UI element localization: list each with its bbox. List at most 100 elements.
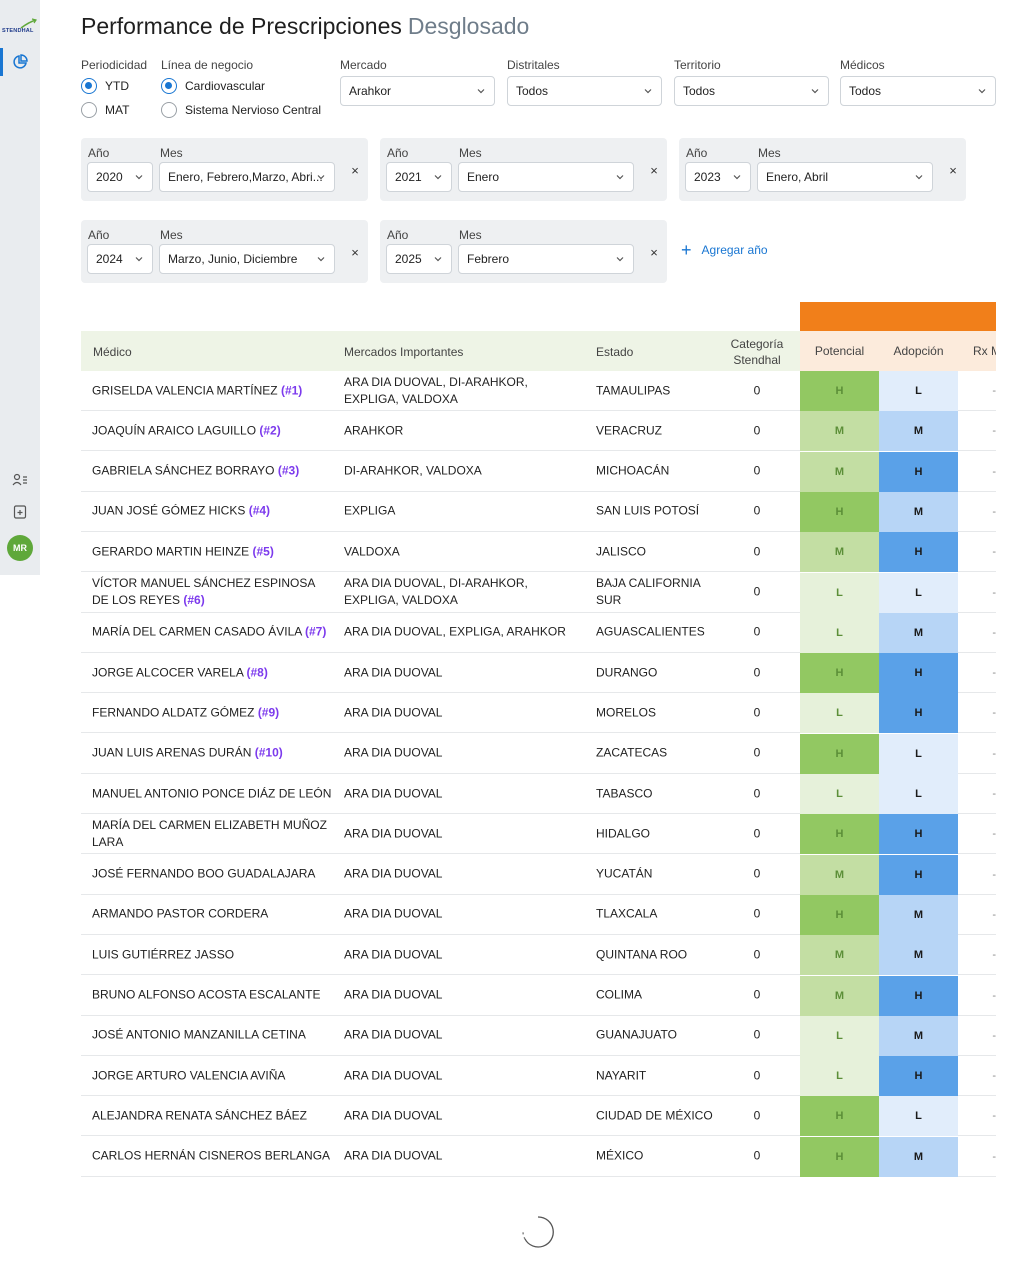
radio-snc-label: Sistema Nervioso Central — [185, 103, 322, 117]
year-label: Año — [686, 146, 708, 160]
cell-estado: TABASCO — [596, 786, 653, 800]
cell-medico[interactable]: GABRIELA SÁNCHEZ BORRAYO (#3) — [92, 463, 332, 480]
table-row[interactable]: JUAN LUIS ARENAS DURÁN (#10) ARA DIA DUOV… — [81, 733, 996, 774]
year-select[interactable]: 2024 — [87, 244, 153, 274]
remove-year-button[interactable]: × — [648, 245, 660, 260]
table-row[interactable]: VÍCTOR MANUEL SÁNCHEZ ESPINOSA DE LOS RE… — [81, 572, 996, 613]
radio-unchecked-icon[interactable] — [81, 102, 97, 118]
chevron-down-icon — [317, 175, 325, 180]
add-year-label: Agregar año — [701, 243, 768, 257]
table-row[interactable]: GABRIELA SÁNCHEZ BORRAYO (#3) DI-ARAHKOR,… — [81, 451, 996, 492]
table-row[interactable]: GRISELDA VALENCIA MARTÍNEZ (#1) ARA DIA D… — [81, 371, 996, 411]
medico-name: JORGE ARTURO VALENCIA AVIÑA — [92, 1068, 286, 1083]
cell-medico[interactable]: BRUNO ALFONSO ACOSTA ESCALANTE — [92, 987, 332, 1004]
cell-medico[interactable]: LUIS GUTIÉRREZ JASSO — [92, 946, 332, 963]
cell-medico[interactable]: JUAN JOSÉ GÓMEZ HICKS (#4) — [92, 503, 332, 520]
cell-potencial: M — [800, 411, 879, 452]
header-medico[interactable]: Médico — [93, 345, 132, 359]
table-row[interactable]: GERARDO MARTIN HEINZE (#5) VALDOXA JALISCO… — [81, 532, 996, 573]
table-row[interactable]: LUIS GUTIÉRREZ JASSO ARA DIA DUOVAL QUINTA… — [81, 935, 996, 976]
cell-medico[interactable]: CARLOS HERNÁN CISNEROS BERLANGA — [92, 1148, 332, 1165]
cell-mercados: ARA DIA DUOVAL — [344, 665, 443, 680]
month-select[interactable]: Enero, Febrero,Marzo, Abri... — [159, 162, 335, 192]
user-list-icon[interactable] — [10, 470, 30, 490]
month-select[interactable]: Enero, Abril — [757, 162, 933, 192]
table-row[interactable]: MARÍA DEL CARMEN ELIZABETH MUÑOZ LARA ARA… — [81, 814, 996, 855]
radio-unchecked-icon[interactable] — [161, 102, 177, 118]
cell-medico[interactable]: GERARDO MARTIN HEINZE (#5) — [92, 543, 332, 560]
cell-medico[interactable]: FERNANDO ALDATZ GÓMEZ (#9) — [92, 704, 332, 721]
cell-adopcion: L — [879, 774, 958, 814]
radio-cardiovascular[interactable]: Cardiovascular — [161, 78, 265, 94]
table-row[interactable]: JOAQUÍN ARAICO LAGUILLO (#2) ARAHKOR VERAC… — [81, 411, 996, 452]
header-categoria[interactable]: Categoría Stendhal — [721, 336, 793, 368]
cell-medico[interactable]: JORGE ARTURO VALENCIA AVIÑA — [92, 1067, 332, 1084]
header-estado[interactable]: Estado — [596, 345, 633, 359]
chevron-down-icon — [135, 175, 143, 180]
remove-year-button[interactable]: × — [349, 245, 361, 260]
header-adopcion[interactable]: Adopción — [879, 331, 958, 371]
cell-medico[interactable]: MARÍA DEL CARMEN ELIZABETH MUÑOZ LARA — [92, 817, 332, 851]
radio-cardiovascular-label: Cardiovascular — [185, 79, 266, 93]
cell-medico[interactable]: MARÍA DEL CARMEN CASADO ÁVILA (#7) — [92, 624, 332, 641]
month-select[interactable]: Marzo, Junio, Diciembre — [159, 244, 335, 274]
cell-medico[interactable]: MANUEL ANTONIO PONCE DIÁZ DE LEÓN — [92, 785, 332, 802]
header-mercados[interactable]: Mercados Importantes — [344, 345, 463, 359]
document-add-icon[interactable] — [10, 502, 30, 522]
month-select[interactable]: Febrero — [458, 244, 634, 274]
cell-medico[interactable]: ALEJANDRA RENATA SÁNCHEZ BÁEZ — [92, 1107, 332, 1124]
cell-medico[interactable]: GRISELDA VALENCIA MARTÍNEZ (#1) — [92, 382, 332, 399]
cell-mercados: ARA DIA DUOVAL — [344, 1027, 443, 1042]
chart-pie-icon[interactable] — [10, 52, 30, 72]
mercado-select[interactable]: Arahkor — [340, 76, 495, 106]
table-row[interactable]: JORGE ALCOCER VARELA (#8) ARA DIA DUOVAL D… — [81, 653, 996, 694]
remove-year-button[interactable]: × — [947, 163, 959, 178]
cell-estado: QUINTANA ROO — [596, 947, 688, 962]
cell-estado: JALISCO — [596, 544, 647, 559]
radio-snc[interactable]: Sistema Nervioso Central — [161, 102, 321, 118]
radio-checked-icon[interactable] — [81, 78, 97, 94]
remove-year-button[interactable]: × — [349, 163, 361, 178]
header-rx[interactable]: Rx M — [958, 331, 996, 371]
table-row[interactable]: MANUEL ANTONIO PONCE DIÁZ DE LEÓN ARA DIA… — [81, 774, 996, 814]
cell-medico[interactable]: JOSÉ FERNANDO BOO GUADALAJARA — [92, 866, 332, 883]
table-row[interactable]: ARMANDO PASTOR CORDERA ARA DIA DUOVAL TLAX… — [81, 894, 996, 935]
radio-mat[interactable]: MAT — [81, 102, 129, 118]
table-row[interactable]: BRUNO ALFONSO ACOSTA ESCALANTE ARA DIA DU… — [81, 975, 996, 1016]
radio-checked-icon[interactable] — [161, 78, 177, 94]
table-row[interactable]: ALEJANDRA RENATA SÁNCHEZ BÁEZ ARA DIA DUO… — [81, 1096, 996, 1137]
cell-categoria: 0 — [753, 987, 761, 1002]
table-row[interactable]: JUAN JOSÉ GÓMEZ HICKS (#4) EXPLIGA SAN LUI… — [81, 491, 996, 532]
header-potencial[interactable]: Potencial — [800, 331, 879, 371]
user-avatar[interactable]: MR — [7, 535, 33, 561]
table-row[interactable]: JOSÉ FERNANDO BOO GUADALAJARA ARA DIA DUO… — [81, 854, 996, 895]
cell-rx: - — [992, 707, 996, 720]
month-label: Mes — [459, 228, 482, 242]
radio-ytd[interactable]: YTD — [81, 78, 129, 94]
remove-year-button[interactable]: × — [648, 163, 660, 178]
cell-medico[interactable]: JOSÉ ANTONIO MANZANILLA CETINA — [92, 1027, 332, 1044]
table-row[interactable]: CARLOS HERNÁN CISNEROS BERLANGA ARA DIA D… — [81, 1136, 996, 1177]
cell-medico[interactable]: VÍCTOR MANUEL SÁNCHEZ ESPINOSA DE LOS RE… — [92, 575, 332, 609]
add-year-button[interactable]: + Agregar año — [681, 241, 768, 259]
year-select[interactable]: 2023 — [685, 162, 751, 192]
table-row[interactable]: MARÍA DEL CARMEN CASADO ÁVILA (#7) ARA DI… — [81, 612, 996, 653]
cell-potencial: H — [800, 653, 879, 694]
territorio-select[interactable]: Todos — [674, 76, 829, 106]
year-select[interactable]: 2025 — [386, 244, 452, 274]
cell-medico[interactable]: JOAQUÍN ARAICO LAGUILLO (#2) — [92, 422, 332, 439]
year-select[interactable]: 2021 — [386, 162, 452, 192]
table-row[interactable]: FERNANDO ALDATZ GÓMEZ (#9) ARA DIA DUOVAL… — [81, 693, 996, 734]
cell-medico[interactable]: ARMANDO PASTOR CORDERA — [92, 906, 332, 923]
distritales-select[interactable]: Todos — [507, 76, 662, 106]
medico-rank: (#10) — [254, 745, 283, 760]
medicos-select[interactable]: Todos — [840, 76, 996, 106]
cell-medico[interactable]: JORGE ALCOCER VARELA (#8) — [92, 664, 332, 681]
cell-adopcion: M — [879, 1015, 958, 1056]
cell-medico[interactable]: JUAN LUIS ARENAS DURÁN (#10) — [92, 745, 332, 762]
cell-adopcion: L — [879, 733, 958, 774]
month-select[interactable]: Enero — [458, 162, 634, 192]
year-select[interactable]: 2020 — [87, 162, 153, 192]
table-row[interactable]: JOSÉ ANTONIO MANZANILLA CETINA ARA DIA DU… — [81, 1015, 996, 1056]
table-row[interactable]: JORGE ARTURO VALENCIA AVIÑA ARA DIA DUOVA… — [81, 1056, 996, 1097]
